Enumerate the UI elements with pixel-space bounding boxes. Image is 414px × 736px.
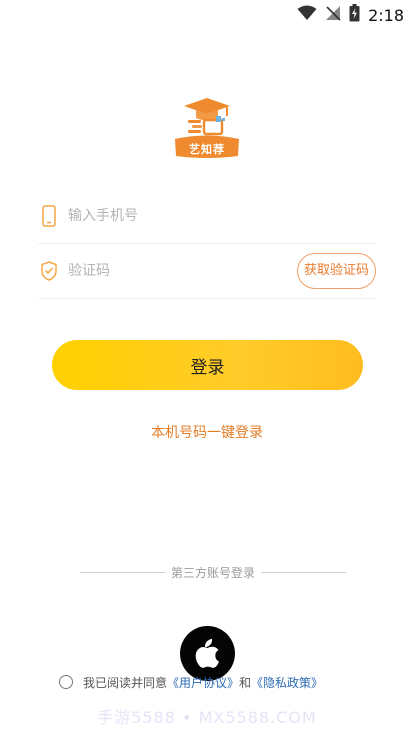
watermark-text: 手游5588 • MX5588.COM bbox=[97, 708, 317, 727]
phone-field-row bbox=[38, 188, 376, 244]
get-code-button[interactable]: 获取验证码 bbox=[296, 253, 376, 289]
apple-icon bbox=[195, 639, 219, 668]
privacy-policy-link[interactable]: 《隐私政策》 bbox=[251, 674, 323, 691]
agreement-prefix: 我已阅读并同意 bbox=[83, 675, 168, 690]
status-bar: 2:18 bbox=[0, 0, 414, 30]
code-input[interactable] bbox=[68, 258, 288, 284]
one-key-login-link[interactable]: 本机号码一键登录 bbox=[0, 422, 414, 442]
login-button[interactable]: 登录 bbox=[52, 340, 363, 390]
phone-input[interactable] bbox=[68, 203, 288, 229]
phone-icon bbox=[40, 205, 58, 227]
user-agreement-link[interactable]: 《用户协议》 bbox=[167, 674, 239, 691]
agreement-row: 我已阅读并同意 《用户协议》 和 《隐私政策》 bbox=[59, 672, 323, 692]
signal-no-sim-icon bbox=[325, 5, 341, 25]
status-time: 2:18 bbox=[368, 5, 404, 25]
divider-line-left bbox=[80, 571, 165, 573]
divider-line-right bbox=[261, 571, 347, 573]
app-logo: 艺知荐 bbox=[172, 92, 242, 162]
battery-charging-icon bbox=[349, 4, 360, 26]
agreement-connector: 和 bbox=[239, 675, 252, 690]
third-party-title: 第三方账号登录 bbox=[171, 565, 256, 580]
status-icons: 2:18 bbox=[297, 4, 404, 26]
logo-text: 艺知荐 bbox=[189, 143, 225, 156]
third-party-divider: 第三方账号登录 bbox=[80, 563, 347, 581]
agreement-checkbox[interactable] bbox=[59, 675, 73, 689]
shield-check-icon bbox=[40, 260, 58, 282]
code-field-row: 获取验证码 bbox=[38, 243, 376, 299]
wifi-icon bbox=[297, 5, 317, 25]
